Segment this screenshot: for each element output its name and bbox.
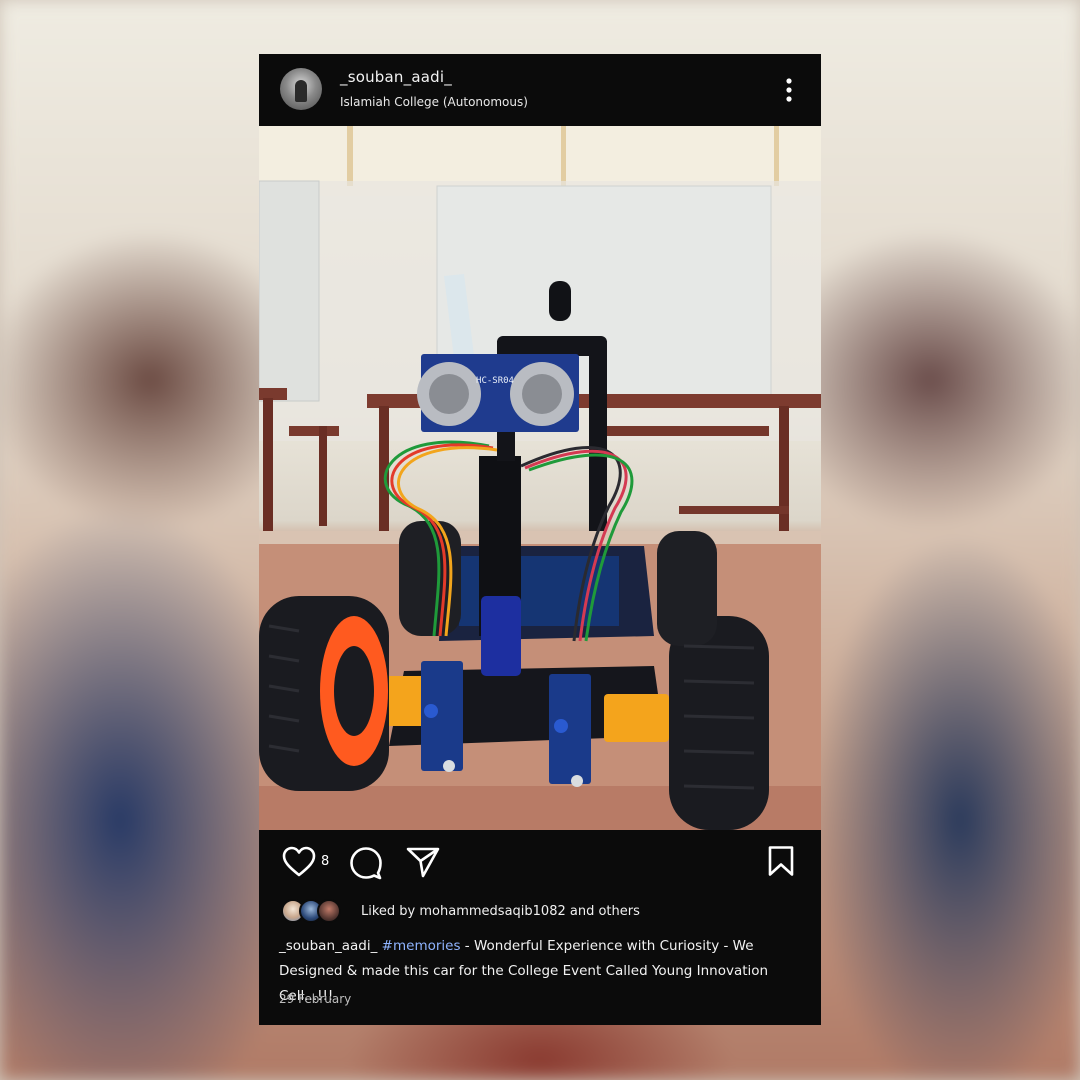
post-photo[interactable]: HC-SR04 [259,126,821,830]
more-vertical-icon[interactable] [779,76,799,104]
post-username[interactable]: _souban_aadi_ [340,68,452,86]
post-date: 29 February [279,992,352,1006]
heart-icon[interactable] [281,846,317,878]
liked-by-prefix: Liked by [361,904,420,919]
like-count[interactable]: 8 [321,854,329,869]
sensor-label: HC-SR04 [476,376,514,386]
post-location[interactable]: Islamiah College (Autonomous) [340,95,528,109]
profile-avatar[interactable] [280,68,322,110]
liker-avatar-3[interactable] [317,899,341,923]
liked-by-suffix: and others [565,904,640,919]
post-actions-bar: 8 [259,830,821,890]
send-icon[interactable] [406,846,440,878]
robot-car-photo: HC-SR04 [259,126,821,830]
liked-by-user[interactable]: mohammedsaqib1082 [419,904,565,919]
avatar-figure [295,80,307,102]
caption-hashtag[interactable]: #memories [382,938,461,954]
comment-icon[interactable] [349,846,383,880]
post-header: _souban_aadi_ Islamiah College (Autonomo… [259,54,821,126]
liked-by-text[interactable]: Liked by mohammedsaqib1082 and others [361,904,640,919]
bookmark-icon[interactable] [767,845,795,877]
instagram-post: _souban_aadi_ Islamiah College (Autonomo… [259,54,821,1025]
caption-username[interactable]: _souban_aadi_ [279,938,377,954]
liked-by-row: Liked by mohammedsaqib1082 and others [281,899,801,927]
post-caption: _souban_aadi_ #memories - Wonderful Expe… [279,934,807,1009]
